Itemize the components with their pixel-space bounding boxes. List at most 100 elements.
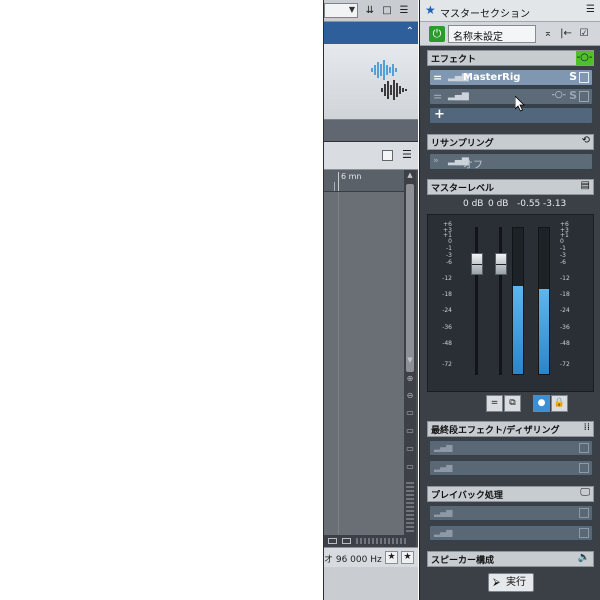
bypass-box-icon[interactable] [579, 91, 589, 102]
resampling-slot[interactable]: » ▂▄▆ オフ [429, 153, 593, 171]
star-tool-icon[interactable]: ★ [385, 551, 398, 564]
toolbar-dropdown[interactable]: ▼ [324, 3, 358, 18]
zoom-in-icon[interactable]: ⊕ [405, 374, 415, 384]
list-menu-icon[interactable]: ☰ [398, 4, 410, 17]
zoom-fit-icon[interactable]: ▭ [405, 426, 415, 436]
drag-handle-icon[interactable]: = [433, 71, 442, 84]
fader-right[interactable] [495, 253, 507, 275]
preset-menu-icon[interactable]: ⌅ [540, 26, 556, 42]
resample-icon[interactable]: ⟲ [582, 135, 590, 146]
effect-slot-1[interactable]: = ▂▄▆ MasterRig S [429, 69, 593, 86]
editor-toolbar: ▼ ⇊ □ ☰ [324, 0, 418, 22]
link-icon[interactable]: -○- [552, 90, 566, 100]
solo-button[interactable]: S [569, 89, 577, 102]
preset-row: ⏻ 名称未設定 ⌅ |← ☑ [420, 22, 600, 46]
editor-track-header: ☰ [324, 142, 418, 170]
speaker-icon[interactable]: 🔈 [578, 552, 590, 563]
panel-menu-icon[interactable]: ☰ [586, 4, 595, 15]
zoom-fit-icon[interactable]: ▭ [405, 408, 415, 418]
horizontal-scrollbar[interactable] [324, 535, 416, 547]
level-meter-left [512, 227, 524, 375]
list-menu-icon[interactable]: ☰ [402, 148, 412, 161]
render-icon: ⮚ [493, 577, 501, 588]
playback-slot-1[interactable]: ▂▄▆ [429, 505, 593, 521]
db-scale-label: -12 [442, 275, 452, 282]
effects-section-header[interactable]: エフェクト -○- [427, 50, 594, 66]
playback-slot-2[interactable]: ▂▄▆ [429, 525, 593, 541]
fader-right-readout: 0 dB [488, 199, 509, 209]
db-scale-right: +6 +3 +1 0 -1 -3 -6 -12 -18 -24 -36 -48 -72 [556, 222, 578, 375]
speaker-section-header[interactable]: スピーカー構成 🔈 [427, 551, 594, 567]
final-effects-section-header[interactable]: 最終段エフェクト/ディザリング ⁞⁞ [427, 421, 594, 437]
vertical-scrollbar[interactable]: ▲ ▼ ⊕ ⊖ ▭ ▭ ▭ ▭ [404, 170, 416, 535]
resampling-section-header[interactable]: リサンプリング ⟲ [427, 134, 594, 150]
db-scale-label: -48 [560, 340, 570, 347]
bypass-box-icon[interactable] [579, 528, 589, 538]
final-effect-slot-1[interactable]: ▂▄▆ [429, 440, 593, 456]
bypass-box-icon[interactable] [579, 443, 589, 453]
section-label: マスターレベル [431, 184, 495, 194]
zoom-fit-icon[interactable]: ▭ [405, 444, 415, 454]
link-channels-icon[interactable]: ⧉ [504, 395, 521, 412]
grid-line [338, 192, 339, 535]
time-ruler[interactable]: 6 mn [324, 170, 404, 192]
meter-fill-left [513, 286, 523, 374]
star-icon[interactable]: ★ [425, 3, 436, 17]
filter-icon[interactable]: ⇊ [364, 4, 376, 17]
power-button[interactable]: ⏻ [429, 26, 445, 42]
db-scale-label: -6 [446, 259, 452, 266]
horizontal-zoom-slider[interactable] [356, 538, 406, 544]
bypass-box-icon[interactable] [579, 508, 589, 518]
collapse-up-icon[interactable]: ⌃ [406, 26, 414, 37]
bypass-box-icon[interactable] [579, 72, 589, 83]
window-icon[interactable]: □ [381, 4, 393, 17]
view-mode-icon[interactable] [328, 538, 337, 544]
level-bars-icon: ▂▄▆ [434, 463, 453, 472]
sample-rate-readout[interactable]: オ 96 000 Hz [324, 552, 382, 565]
zoom-out-icon[interactable]: ⊖ [405, 391, 415, 401]
db-scale-label: -72 [442, 361, 452, 368]
execute-label: 実行 [506, 577, 526, 588]
bypass-icon[interactable]: |← [558, 26, 574, 42]
zoom-fit-icon[interactable]: ▭ [405, 462, 415, 472]
expand-icon[interactable]: » [433, 156, 439, 166]
zoom-slider[interactable] [406, 482, 414, 532]
solo-button[interactable]: S [569, 70, 577, 83]
scroll-down-icon[interactable]: ▼ [404, 356, 416, 364]
monitor-icon[interactable]: 🖵 [580, 487, 590, 498]
fader-left[interactable] [471, 253, 483, 275]
section-label: エフェクト [431, 55, 477, 65]
star-icon[interactable]: ★ [401, 551, 414, 564]
db-scale-label: -36 [560, 324, 570, 331]
peak-right-readout: -3.13 [543, 199, 567, 209]
scroll-thumb[interactable] [406, 184, 414, 372]
effects-power-icon[interactable]: -○- [576, 51, 593, 65]
panel-title: マスターセクション [440, 9, 530, 20]
check-icon[interactable]: ☑ [576, 26, 592, 42]
db-scale-label: -48 [442, 340, 452, 347]
lock-icon[interactable]: 🔒 [551, 395, 568, 412]
meter-settings-icon[interactable]: ▤ [581, 180, 590, 191]
ruler-major-tick [338, 172, 339, 191]
effect-slot-2[interactable]: = ▂▄▆ -○- S [429, 88, 593, 105]
grid-icon[interactable]: ⁞⁞ [584, 422, 590, 433]
master-level-section-header[interactable]: マスターレベル ▤ [427, 179, 594, 195]
unlink-icon[interactable]: = [486, 395, 503, 412]
execute-button[interactable]: ⮚ 実行 [488, 573, 534, 592]
final-effect-slot-2[interactable]: ▂▄▆ [429, 460, 593, 476]
preset-name-field[interactable]: 名称未設定 [448, 25, 536, 43]
playback-section-header[interactable]: プレイバック処理 🖵 [427, 486, 594, 502]
waveform-area[interactable] [324, 192, 404, 535]
editor-footer [324, 567, 418, 600]
ruler-tick [334, 182, 335, 191]
scroll-up-icon[interactable]: ▲ [404, 171, 416, 179]
add-effect-slot[interactable]: + [429, 107, 593, 124]
db-scale-label: -12 [560, 275, 570, 282]
drag-handle-icon[interactable]: = [433, 90, 442, 103]
db-scale-label: -36 [442, 324, 452, 331]
bypass-box-icon[interactable] [579, 463, 589, 473]
view-checkbox[interactable] [382, 150, 393, 161]
view-mode-icon[interactable] [342, 538, 351, 544]
mono-drop-icon[interactable]: ● [533, 395, 550, 412]
add-icon[interactable]: + [434, 107, 445, 122]
